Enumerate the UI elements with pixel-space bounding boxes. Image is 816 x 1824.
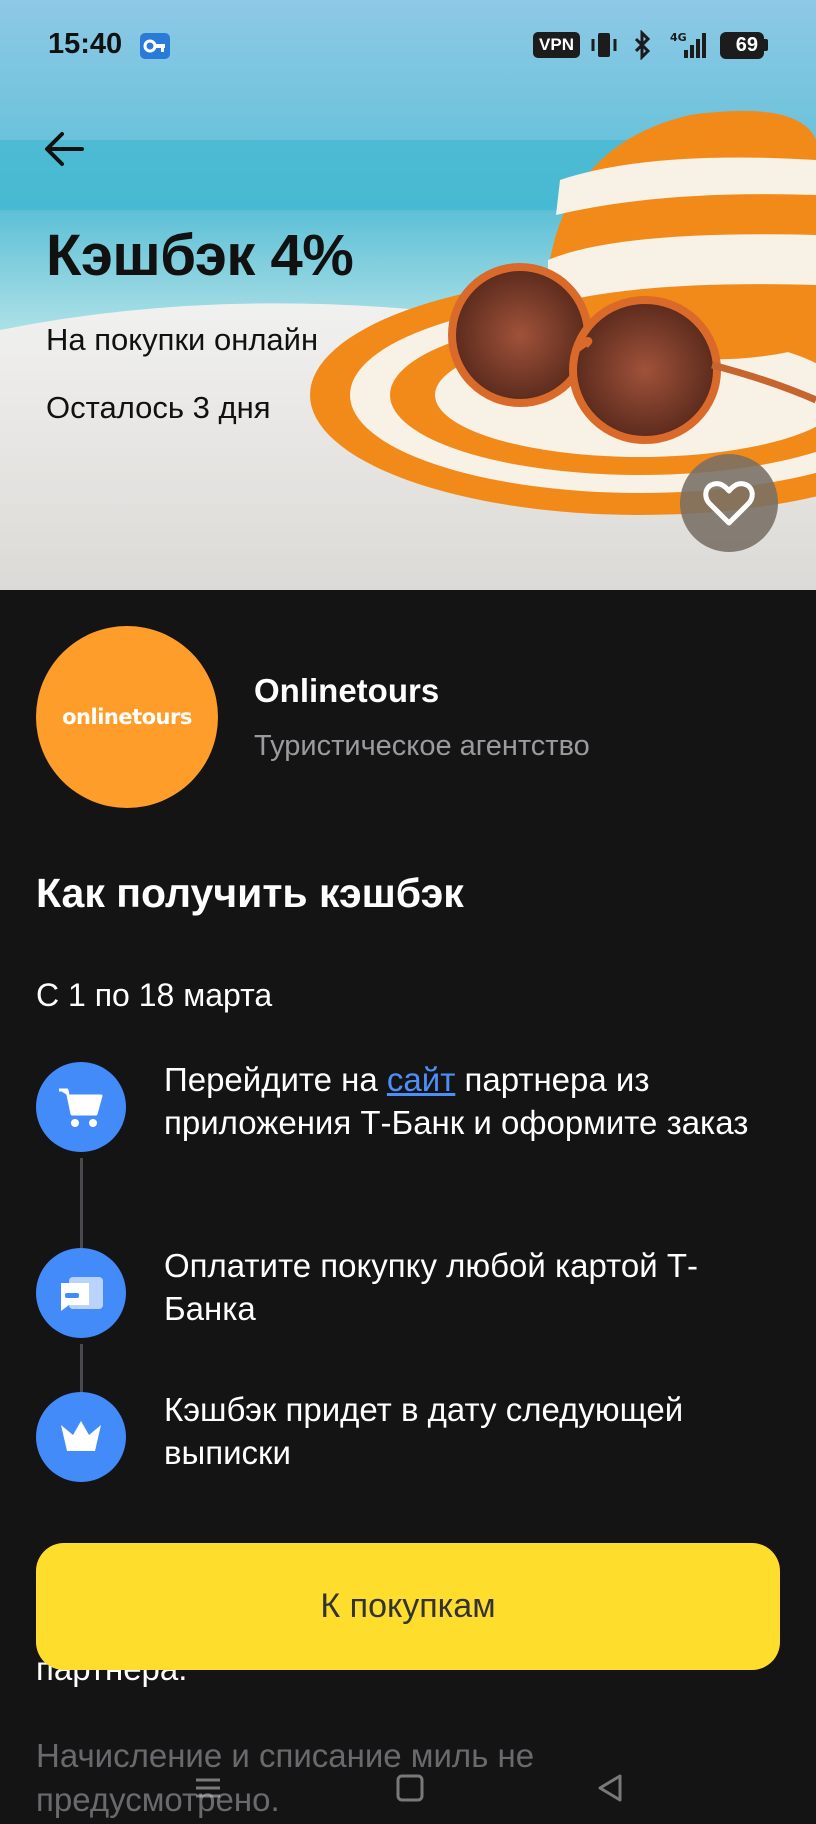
promo-period: С 1 по 18 марта <box>36 977 273 1013</box>
partner-category: Туристическое агентство <box>254 730 590 762</box>
system-nav-bar <box>0 1750 816 1824</box>
partner-site-link[interactable]: сайт <box>387 1061 455 1098</box>
status-bar: 15:40 VPN 4G 69 <box>0 0 816 95</box>
crown-icon <box>36 1392 126 1482</box>
partner-logo-text: onlinetours <box>62 705 192 729</box>
cart-icon <box>36 1062 126 1152</box>
hero-banner: 15:40 VPN 4G 69 Кэшбэк 4% На покупки онл… <box>0 0 816 590</box>
partner-name: Onlinetours <box>254 672 440 709</box>
back-triangle-icon[interactable] <box>590 1768 630 1808</box>
how-to-title: Как получить кэшбэк <box>36 870 464 916</box>
battery-icon: 69 <box>720 31 768 59</box>
vpn-badge: VPN <box>533 32 580 58</box>
step-text: Оплатите покупку любой картой Т-Банка <box>164 1247 698 1327</box>
step-connector <box>80 1158 83 1248</box>
step-connector <box>80 1344 83 1394</box>
home-icon[interactable] <box>390 1768 430 1808</box>
cashback-subtitle: На покупки онлайн <box>46 322 319 357</box>
card-icon <box>36 1248 126 1338</box>
favorite-button[interactable] <box>680 454 778 552</box>
to-purchases-button[interactable]: К покупкам <box>36 1543 780 1670</box>
days-remaining: Осталось 3 дня <box>46 390 271 425</box>
partner-logo: onlinetours <box>36 626 218 808</box>
signal-4g-icon: 4G <box>666 30 710 60</box>
back-arrow-icon[interactable] <box>40 124 90 174</box>
vibrate-icon <box>590 30 618 60</box>
menu-icon[interactable] <box>188 1768 228 1808</box>
status-time: 15:40 <box>48 28 123 60</box>
bluetooth-icon <box>628 29 656 61</box>
battery-level: 69 <box>720 31 764 59</box>
heart-icon <box>703 481 755 526</box>
step-text: Кэшбэк придет в дату следующей выписки <box>164 1391 684 1471</box>
svg-text:4G: 4G <box>670 31 687 44</box>
step-text: Перейдите на сайт партнера из приложения… <box>164 1061 749 1141</box>
cashback-title: Кэшбэк 4% <box>46 223 354 288</box>
status-icons: VPN 4G 69 <box>533 29 768 61</box>
key-icon <box>140 33 170 59</box>
